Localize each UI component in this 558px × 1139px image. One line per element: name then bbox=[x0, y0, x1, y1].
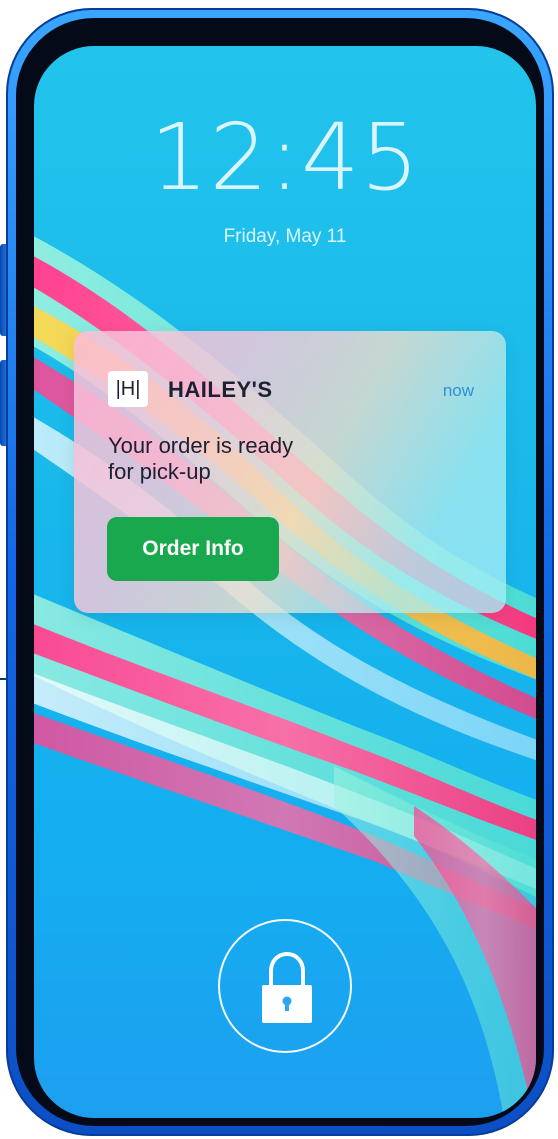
unlock-button[interactable] bbox=[218, 919, 352, 1053]
app-logo: |H| bbox=[108, 371, 148, 407]
lock-time: 12:45 bbox=[149, 104, 421, 211]
lock-date: Friday, May 11 bbox=[223, 226, 347, 247]
lock-icon bbox=[262, 951, 312, 1023]
notification-message: Your order is ready for pick-up bbox=[108, 433, 368, 485]
phone-frame: 12:45 Friday, May 11 |H| HAILEY'S now Yo… bbox=[6, 8, 554, 1136]
notification-time: now bbox=[442, 381, 474, 400]
stage: 12:45 Friday, May 11 |H| HAILEY'S now Yo… bbox=[0, 0, 558, 1139]
app-name: HAILEY'S bbox=[168, 377, 273, 402]
order-info-button[interactable]: Order Info bbox=[107, 517, 279, 581]
lock-screen: 12:45 Friday, May 11 |H| HAILEY'S now Yo… bbox=[34, 46, 536, 1118]
notification-card[interactable]: |H| HAILEY'S now Your order is ready for… bbox=[74, 331, 506, 613]
notification-message-line1: Your order is ready bbox=[108, 433, 294, 458]
notification-message-line2: for pick-up bbox=[108, 459, 211, 484]
